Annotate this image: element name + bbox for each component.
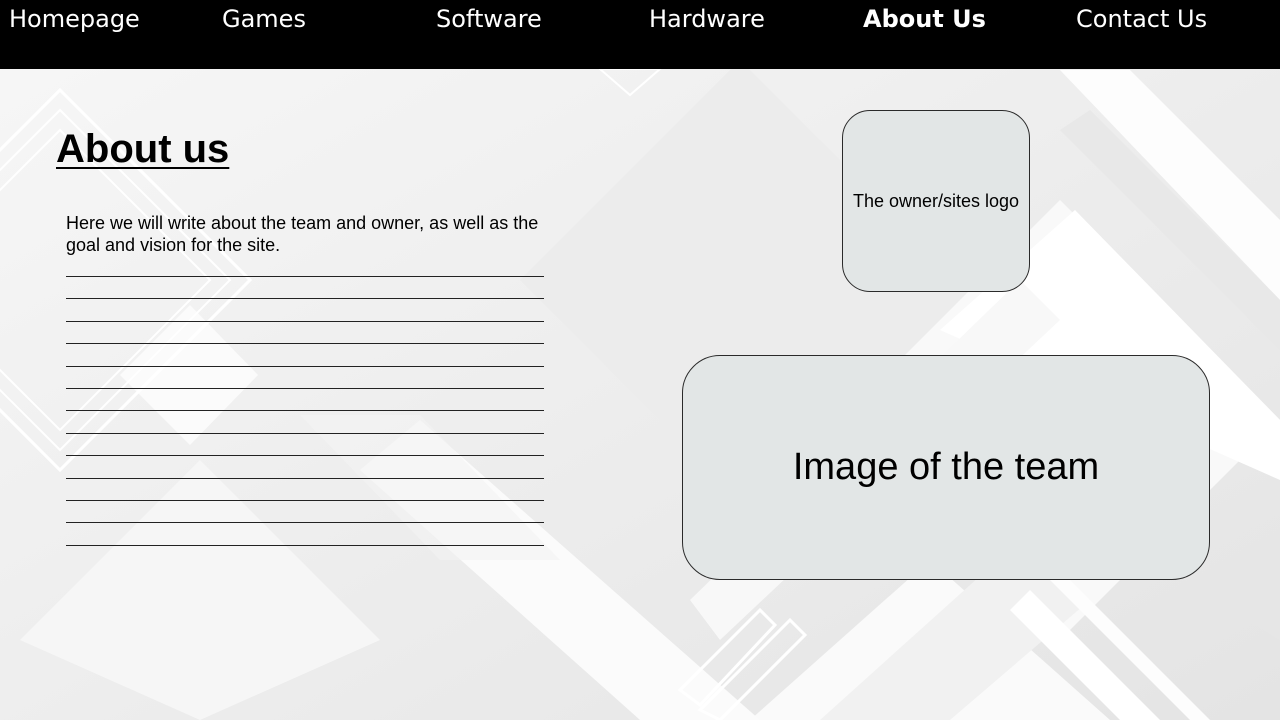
writing-lines: [66, 276, 544, 567]
writing-line: [66, 410, 544, 432]
writing-line: [66, 455, 544, 477]
team-image-placeholder: Image of the team: [682, 355, 1210, 580]
writing-line: [66, 343, 544, 365]
logo-placeholder-label: The owner/sites logo: [852, 190, 1020, 211]
logo-placeholder: The owner/sites logo: [842, 110, 1030, 292]
writing-line: [66, 544, 544, 567]
writing-line: [66, 477, 544, 500]
writing-line: [66, 298, 544, 320]
writing-line: [66, 320, 544, 343]
nav-link-hardware[interactable]: Hardware: [649, 4, 765, 34]
nav-link-software[interactable]: Software: [436, 4, 542, 34]
nav-link-games[interactable]: Games: [222, 4, 306, 34]
nav-link-about-us[interactable]: About Us: [863, 4, 986, 34]
page-title: About us: [56, 127, 230, 171]
nav-link-homepage[interactable]: Homepage: [9, 4, 140, 34]
writing-line: [66, 365, 544, 388]
writing-line: [66, 387, 544, 410]
nav-link-contact-us[interactable]: Contact Us: [1076, 4, 1207, 34]
writing-line: [66, 432, 544, 455]
writing-line: [66, 276, 544, 298]
intro-text: Here we will write about the team and ow…: [66, 213, 539, 255]
team-image-placeholder-label: Image of the team: [792, 446, 1100, 488]
writing-line: [66, 499, 544, 522]
top-navbar: Homepage Games Software Hardware About U…: [0, 0, 1280, 69]
writing-line: [66, 522, 544, 544]
